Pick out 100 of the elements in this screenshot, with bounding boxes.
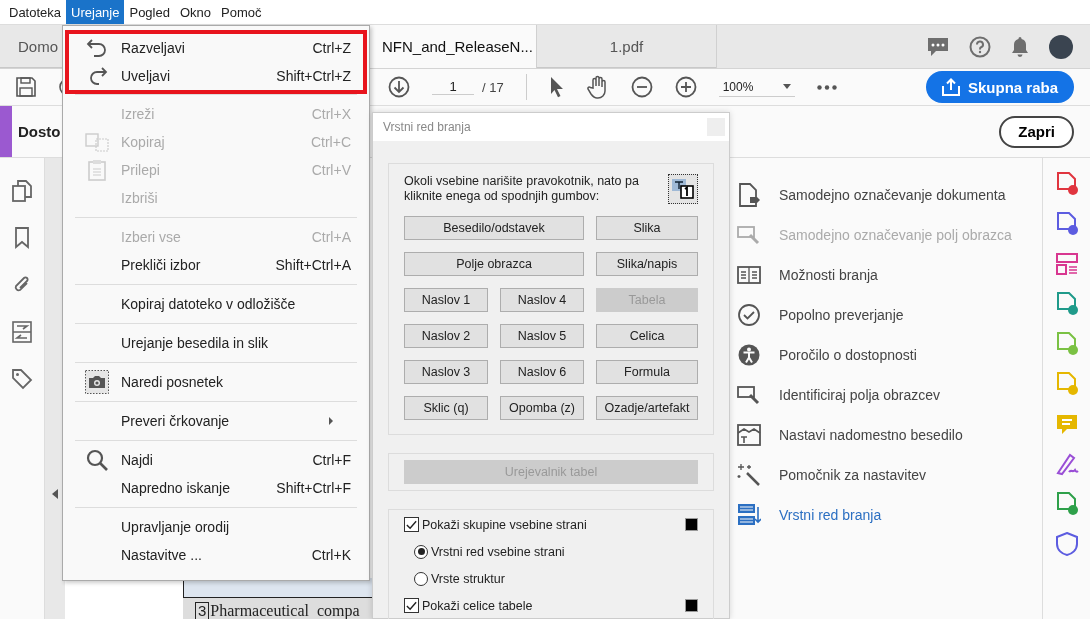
compare-icon[interactable] (12, 321, 32, 343)
zoom-dropdown[interactable]: 100% (718, 77, 795, 97)
image-text-icon (737, 423, 761, 447)
book-icon (737, 263, 761, 287)
zoom-in-icon[interactable] (674, 76, 697, 98)
collapse-arrow-icon[interactable] (52, 489, 58, 499)
page-count: / 17 (482, 79, 504, 95)
tool-item[interactable]: Samodejno označevanje dokumenta (730, 175, 1042, 215)
color-swatch[interactable] (685, 518, 698, 531)
zoom-out-icon[interactable] (630, 76, 653, 98)
comment-icon[interactable] (927, 36, 949, 57)
tag-button[interactable]: Naslov 1 (404, 288, 488, 312)
copy-icon (85, 132, 109, 152)
tag-button[interactable]: Opomba (z) (500, 396, 584, 420)
tool-item[interactable]: Identificiraj polja obrazcev (730, 375, 1042, 415)
tool-item[interactable]: Popolno preverjanje (730, 295, 1042, 335)
form-tag-icon (737, 223, 761, 247)
tool-item[interactable]: Nastavi nadomestno besedilo (730, 415, 1042, 455)
table-cell: Pharmaceutical compa (210, 602, 360, 619)
tag-button[interactable]: Naslov 2 (404, 324, 488, 348)
tag-button[interactable]: Slika/napis (596, 252, 698, 276)
checkbox[interactable] (404, 598, 419, 613)
checkbox[interactable] (404, 517, 419, 532)
menu-item[interactable]: Preveri črkovanje (63, 407, 369, 435)
pdf-share-icon[interactable] (1054, 292, 1079, 316)
close-button[interactable]: Zapri (999, 115, 1074, 148)
menu-bar-item[interactable]: Datoteka (4, 0, 67, 24)
checkbox-label: Pokaži celice tabele (422, 598, 534, 613)
share-button[interactable]: Skupna raba (925, 71, 1074, 103)
camera-icon (85, 370, 109, 394)
menu-item[interactable]: Uveljavi Shift+Ctrl+Z (69, 62, 363, 90)
menu-item[interactable]: Razveljavi Ctrl+Z (69, 34, 363, 62)
show-order-button[interactable] (668, 174, 698, 204)
pdf-export-icon[interactable] (1054, 212, 1079, 236)
menu-item[interactable]: Upravljanje orodij (63, 513, 369, 541)
menu-bar-item[interactable]: Okno (174, 0, 217, 24)
tag-button[interactable]: Besedilo/odstavek (404, 216, 584, 240)
menu-bar-item[interactable]: Pogled (124, 0, 175, 24)
page-number-field[interactable]: 1 (432, 79, 474, 95)
bell-icon[interactable] (1011, 36, 1029, 57)
menu-item[interactable]: Napredno iskanje Shift+Ctrl+F (63, 474, 369, 502)
tag-icon[interactable] (11, 368, 33, 390)
layout-icon[interactable] (1054, 252, 1079, 276)
tag-button[interactable]: Sklic (q) (404, 396, 488, 420)
tag-button[interactable]: Formula (596, 360, 698, 384)
document-tab[interactable]: NFN_and_ReleaseN... (370, 25, 537, 68)
row-number: 3 (195, 602, 210, 619)
accent-bar (0, 106, 12, 157)
check-circle-icon (737, 303, 761, 327)
tag-button[interactable]: Naslov 3 (404, 360, 488, 384)
menu-bar-item[interactable]: Urejanje (66, 0, 125, 24)
magic-wand-icon (737, 463, 761, 487)
radio-button[interactable] (414, 571, 428, 586)
menu-item[interactable]: Nastavitve ... Ctrl+K (63, 541, 369, 569)
dialog-title: Vrstni red branja (383, 120, 471, 134)
tag-button[interactable]: Naslov 6 (500, 360, 584, 384)
menu-item[interactable]: Kopiraj datoteko v odložišče (63, 290, 369, 318)
tag-button[interactable]: Slika (596, 216, 698, 240)
menu-item[interactable]: Najdi Ctrl+F (63, 446, 369, 474)
menu-item[interactable]: Prekliči izbor Shift+Ctrl+A (63, 251, 369, 279)
hand-icon[interactable] (586, 75, 609, 99)
pointer-icon[interactable] (548, 76, 565, 98)
more-icon[interactable] (816, 84, 837, 90)
search-icon (86, 449, 108, 471)
radio-label: Vrste struktur (431, 571, 506, 586)
radio-label: Vrstni red vsebine strani (431, 544, 566, 559)
tag-button[interactable]: Celica (596, 324, 698, 348)
document-tag-icon (737, 183, 761, 207)
help-icon[interactable] (969, 35, 991, 58)
undo-icon (86, 38, 108, 58)
bookmark-icon[interactable] (14, 227, 30, 249)
save-icon[interactable] (16, 77, 36, 97)
menu-item[interactable]: Urejanje besedila in slik (63, 329, 369, 357)
shield-icon[interactable] (1054, 532, 1079, 556)
form-search-icon (737, 383, 761, 407)
signature-icon[interactable] (1054, 452, 1079, 476)
reading-order-icon (737, 503, 761, 527)
download-icon[interactable] (388, 76, 410, 98)
instruction-text: Okoli vsebine narišite pravokotnik, nato pa kliknite enega od spodnjih gumbov: (404, 174, 640, 204)
tool-title: Dosto (18, 123, 61, 140)
avatar[interactable] (1049, 34, 1073, 59)
clipboard-icon (87, 159, 107, 181)
tag-button[interactable]: Naslov 5 (500, 324, 584, 348)
submenu-arrow-icon (329, 417, 333, 425)
tool-item[interactable]: Vrstni red branja (730, 495, 1042, 535)
checkbox-label: Pokaži skupine vsebine strani (422, 517, 588, 532)
tag-button[interactable]: Polje obrazca (404, 252, 584, 276)
tag-button[interactable]: Naslov 4 (500, 288, 584, 312)
share-icon (941, 78, 960, 96)
radio-button[interactable] (414, 544, 428, 559)
tool-item[interactable]: Možnosti branja (730, 255, 1042, 295)
menu-item[interactable]: Naredi posnetek (63, 368, 369, 396)
caret-icon (782, 84, 791, 89)
pdf-add-icon[interactable] (1054, 172, 1079, 196)
tool-item[interactable]: Poročilo o dostopnosti (730, 335, 1042, 375)
menu-bar-item[interactable]: Pomoč (216, 0, 267, 24)
tool-item[interactable]: Pomočnik za nastavitev (730, 455, 1042, 495)
tag-button[interactable]: Ozadje/artefakt (596, 396, 698, 420)
color-swatch[interactable] (685, 599, 698, 612)
document-tab[interactable]: 1.pdf (537, 25, 717, 68)
